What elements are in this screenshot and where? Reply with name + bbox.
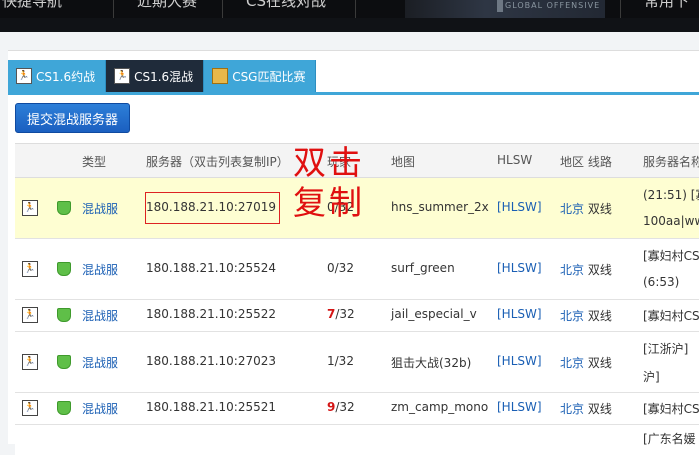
hlsw-link[interactable]: [HLSW] [497, 261, 542, 275]
server-name-line: [广东名媛 [643, 432, 696, 446]
region-link[interactable]: 北京 [560, 263, 584, 277]
region-link[interactable]: 北京 [560, 402, 584, 416]
cs-icon: 🏃 [16, 68, 32, 84]
csgo-banner: GLOBAL OFFENSIVE [405, 0, 605, 18]
tab-cs16-mixed[interactable]: 🏃 CS1.6混战 [106, 60, 205, 92]
server-ip[interactable]: 180.188.21.10:25521 [146, 400, 276, 414]
shield-icon [57, 201, 71, 215]
header-server-name: 服务器名称 [643, 155, 699, 169]
server-type-link[interactable]: 混战服 [82, 400, 118, 417]
server-ip[interactable]: 180.188.21.10:25522 [146, 307, 276, 321]
table-row[interactable]: 🏃 混战服 180.188.21.10:25522 7/32 jail_espe… [15, 300, 699, 332]
header-type: 类型 [82, 155, 107, 169]
hlsw-link[interactable]: [HLSW] [497, 200, 542, 214]
table-row[interactable]: [广东名媛 [15, 425, 699, 455]
region: 北京 双线 [560, 354, 612, 371]
table-row[interactable]: 🏃 混战服 180.188.21.10:25521 9/32 zm_camp_m… [15, 393, 699, 425]
line-type: 双线 [587, 263, 612, 277]
shield-icon [57, 355, 71, 369]
server-name-line: [寡妇村CS [643, 249, 699, 263]
server-type-link[interactable]: 混战服 [82, 307, 118, 324]
players-current: 1 [327, 354, 335, 368]
nav-divider [620, 0, 621, 18]
line-type: 双线 [587, 309, 612, 323]
players-count: 0/32 [327, 261, 354, 275]
top-navigation-bar: 快捷导航 近期大赛 CS在线对战 GLOBAL OFFENSIVE 常用下 [0, 0, 699, 32]
banner-emblem [497, 0, 503, 12]
players-count: 7/32 [327, 307, 355, 321]
header-map: 地图 [391, 155, 416, 169]
server-name-line: [寡妇村CS [643, 309, 699, 323]
tab-label: CS1.6混战 [134, 69, 194, 84]
csgo-icon [212, 68, 229, 84]
region: 北京 双线 [560, 307, 612, 324]
server-type-link[interactable]: 混战服 [82, 200, 118, 217]
region: 北京 双线 [560, 261, 612, 278]
players-max: /32 [335, 400, 355, 414]
region-link[interactable]: 北京 [560, 309, 584, 323]
map-name: jail_especial_v [391, 307, 477, 321]
server-name-line: (21:51) [寡 [643, 188, 699, 202]
server-type-link[interactable]: 混战服 [82, 261, 118, 278]
server-name-line: [江浙沪] [643, 342, 689, 356]
server-name-line: (6:53) [643, 275, 680, 289]
cs-icon: 🏃 [22, 261, 38, 277]
server-ip[interactable]: 180.188.21.10:27019 [146, 200, 276, 214]
cs-icon: 🏃 [22, 200, 38, 216]
tab-label: CS1.6约战 [36, 69, 96, 84]
header-region: 地区 线路 [560, 155, 612, 169]
hlsw-link[interactable]: [HLSW] [497, 354, 542, 368]
players-max: /32 [335, 307, 355, 321]
map-name: zm_camp_mono [391, 400, 489, 414]
annotation-text: 双击复制 [293, 143, 365, 222]
players-max: /32 [334, 354, 354, 368]
line-type: 双线 [587, 402, 612, 416]
nav-divider [222, 0, 223, 18]
table-row[interactable]: 🏃 混战服 180.188.21.10:27023 1/32 狙击大战(32b)… [15, 332, 699, 393]
tab-csgo-match[interactable]: CSG匹配比赛 [204, 60, 317, 92]
shield-icon [57, 308, 71, 322]
map-name: hns_summer_2x [391, 200, 489, 214]
cs-icon: 🏃 [22, 307, 38, 323]
region: 北京 双线 [560, 400, 612, 417]
tab-cs16-match[interactable]: 🏃 CS1.6约战 [8, 60, 107, 92]
hlsw-link[interactable]: [HLSW] [497, 307, 542, 321]
tab-underline [8, 92, 699, 95]
players-count: 9/32 [327, 400, 355, 414]
region-link[interactable]: 北京 [560, 202, 584, 216]
server-name-line: 100aa|www [643, 214, 699, 228]
server-name-line: 沪] [643, 370, 660, 384]
game-tabs: 🏃 CS1.6约战 🏃 CS1.6混战 CSG匹配比赛 [8, 60, 317, 92]
players-max: /32 [334, 261, 354, 275]
nav-divider [355, 0, 356, 18]
map-name: 狙击大战(32b) [391, 356, 472, 370]
nav-divider [113, 0, 114, 18]
banner-subtitle: GLOBAL OFFENSIVE [505, 1, 601, 10]
cs-icon: 🏃 [22, 354, 38, 370]
header-hlsw: HLSW [497, 153, 533, 167]
nav-underbar [0, 18, 699, 32]
submit-server-button[interactable]: 提交混战服务器 [15, 103, 130, 133]
server-ip[interactable]: 180.188.21.10:25524 [146, 261, 276, 275]
map-name: surf_green [391, 261, 455, 275]
players-current: 0 [327, 261, 335, 275]
region-link[interactable]: 北京 [560, 356, 584, 370]
cs-icon: 🏃 [22, 400, 38, 416]
server-type-link[interactable]: 混战服 [82, 354, 118, 371]
header-server: 服务器（双击列表复制IP） [146, 155, 289, 169]
players-count: 1/32 [327, 354, 354, 368]
shield-icon [57, 262, 71, 276]
cs-icon: 🏃 [114, 68, 131, 84]
shield-icon [57, 401, 71, 415]
line-type: 双线 [587, 356, 612, 370]
hlsw-link[interactable]: [HLSW] [497, 400, 542, 414]
tab-label: CSG匹配比赛 [232, 69, 306, 84]
server-ip[interactable]: 180.188.21.10:27023 [146, 354, 276, 368]
server-name-line: [寡妇村CS [643, 402, 699, 416]
region: 北京 双线 [560, 200, 612, 217]
table-row[interactable]: 🏃 混战服 180.188.21.10:25524 0/32 surf_gree… [15, 239, 699, 300]
line-type: 双线 [587, 202, 612, 216]
